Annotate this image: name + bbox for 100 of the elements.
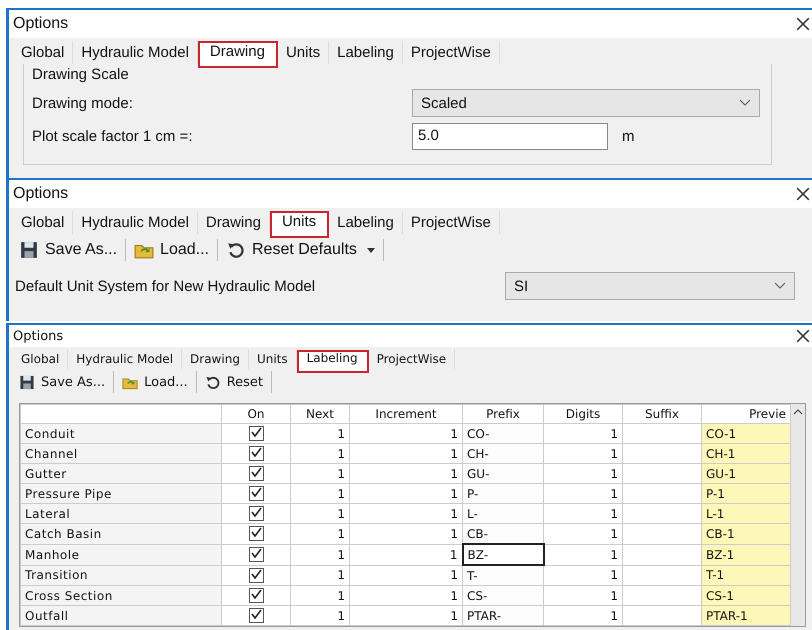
- table-cell: 1: [290, 464, 350, 484]
- field-label: Plot scale factor 1 cm =:: [32, 128, 194, 145]
- table-cell: 1: [544, 444, 622, 464]
- checkbox[interactable]: [248, 526, 264, 542]
- field-label: Drawing mode:: [32, 94, 134, 112]
- toolbar-button[interactable]: Reset: [200, 372, 268, 392]
- scale-input[interactable]: 5.0: [412, 123, 608, 150]
- table-cell: 1: [544, 424, 622, 444]
- chevron-up-icon: [793, 409, 803, 415]
- group-title: Drawing Scale: [32, 66, 130, 83]
- table-cell: T-: [462, 565, 544, 586]
- table-cell: 1: [350, 424, 462, 444]
- table-cell: BZ-1: [702, 544, 790, 565]
- checkbox[interactable]: [248, 588, 264, 604]
- table-cell: 1: [350, 524, 462, 544]
- drawing-mode-dropdown[interactable]: Scaled: [412, 89, 760, 117]
- table-cell: CO-: [462, 424, 544, 444]
- table-cell: CO-1: [702, 424, 790, 444]
- row-header: Gutter: [20, 464, 222, 484]
- table-cell: 1: [350, 444, 462, 464]
- table-cell: 1: [290, 424, 350, 444]
- save-icon: [19, 241, 39, 259]
- field-label: Default Unit System for New Hydraulic Model: [15, 278, 316, 294]
- checkbox[interactable]: [248, 426, 264, 442]
- checkbox[interactable]: [248, 568, 264, 583]
- table-cell: T-1: [702, 565, 790, 586]
- column-header[interactable]: Digits: [544, 404, 622, 424]
- table-cell: BZ-: [462, 544, 544, 565]
- table-cell: 1: [544, 504, 622, 524]
- table-cell: 1: [290, 586, 350, 606]
- table-cell: 1: [290, 606, 350, 626]
- table-cell: CS-1: [702, 586, 790, 606]
- close-icon[interactable]: [796, 187, 810, 201]
- toolbar-button[interactable]: Load...: [130, 239, 213, 261]
- scrollbar[interactable]: [791, 404, 805, 626]
- table-cell: 1: [350, 484, 462, 504]
- row-header: Conduit: [20, 424, 222, 444]
- table-cell: 1: [544, 524, 622, 544]
- table-cell: 1: [350, 504, 462, 524]
- table-cell: CB-1: [702, 524, 790, 544]
- table-cell: 1: [544, 464, 622, 484]
- table-cell: 1: [544, 484, 622, 504]
- table-cell: CS-: [462, 586, 544, 606]
- window-title: Options: [13, 328, 64, 344]
- toolbar-button[interactable]: Save As...: [15, 239, 122, 261]
- column-header[interactable]: Previe: [702, 404, 790, 424]
- tab[interactable]: Labeling: [296, 350, 369, 373]
- table-cell: 1: [350, 606, 462, 626]
- table-cell: GU-: [462, 464, 544, 484]
- table-cell: 1: [290, 565, 350, 586]
- table-cell: 1: [350, 586, 462, 606]
- reset-icon: [204, 374, 221, 390]
- save-icon: [19, 374, 35, 390]
- caret-icon: [366, 248, 375, 252]
- column-header[interactable]: Increment: [350, 404, 462, 424]
- close-icon[interactable]: [796, 329, 810, 343]
- table-cell: 1: [290, 524, 350, 544]
- column-header[interactable]: Prefix: [462, 404, 544, 424]
- table-cell: 1: [290, 544, 350, 565]
- row-header: Outfall: [20, 606, 222, 626]
- table-cell: L-1: [702, 504, 790, 524]
- checkbox[interactable]: [248, 486, 264, 502]
- column-header[interactable]: Next: [290, 404, 350, 424]
- table-cell: 1: [544, 565, 622, 586]
- checkbox[interactable]: [248, 466, 264, 482]
- toolbar-button[interactable]: Load...: [118, 372, 192, 392]
- table-cell: GU-1: [702, 464, 790, 484]
- row-header: Pressure Pipe: [20, 484, 222, 504]
- checkbox[interactable]: [248, 446, 264, 462]
- table-cell: P-: [462, 484, 544, 504]
- close-icon[interactable]: [796, 17, 810, 31]
- checkbox[interactable]: [248, 608, 264, 624]
- table-cell: 1: [350, 464, 462, 484]
- unit-system-dropdown[interactable]: SI: [505, 272, 795, 300]
- window-title: Options: [13, 15, 68, 33]
- table-cell: 1: [544, 544, 622, 565]
- column-header[interactable]: Suffix: [622, 404, 702, 424]
- tab[interactable]: Drawing: [198, 41, 278, 68]
- chevron-down-icon: [774, 282, 786, 290]
- row-header: Transition: [20, 565, 222, 586]
- window-title: Options: [13, 185, 68, 203]
- table-cell: 1: [350, 565, 462, 586]
- tab[interactable]: Units: [270, 211, 330, 238]
- table-cell: PTAR-: [462, 606, 544, 626]
- table-cell: L-: [462, 504, 544, 524]
- checkbox[interactable]: [248, 547, 264, 562]
- table-cell: 1: [544, 586, 622, 606]
- table-cell: 1: [290, 444, 350, 464]
- toolbar-button[interactable]: Reset Defaults: [222, 239, 379, 261]
- table-cell: CH-: [462, 444, 544, 464]
- table-cell: 1: [544, 606, 622, 626]
- row-header: Manhole: [20, 544, 222, 565]
- table-cell: PTAR-1: [702, 606, 790, 626]
- tab[interactable]: ProjectWise: [368, 349, 456, 369]
- toolbar-button[interactable]: Save As...: [15, 372, 110, 392]
- column-header[interactable]: On: [222, 404, 290, 424]
- table-cell: CH-1: [702, 444, 790, 464]
- checkbox[interactable]: [248, 506, 264, 522]
- chevron-down-icon: [739, 99, 751, 107]
- table-cell: P-1: [702, 484, 790, 504]
